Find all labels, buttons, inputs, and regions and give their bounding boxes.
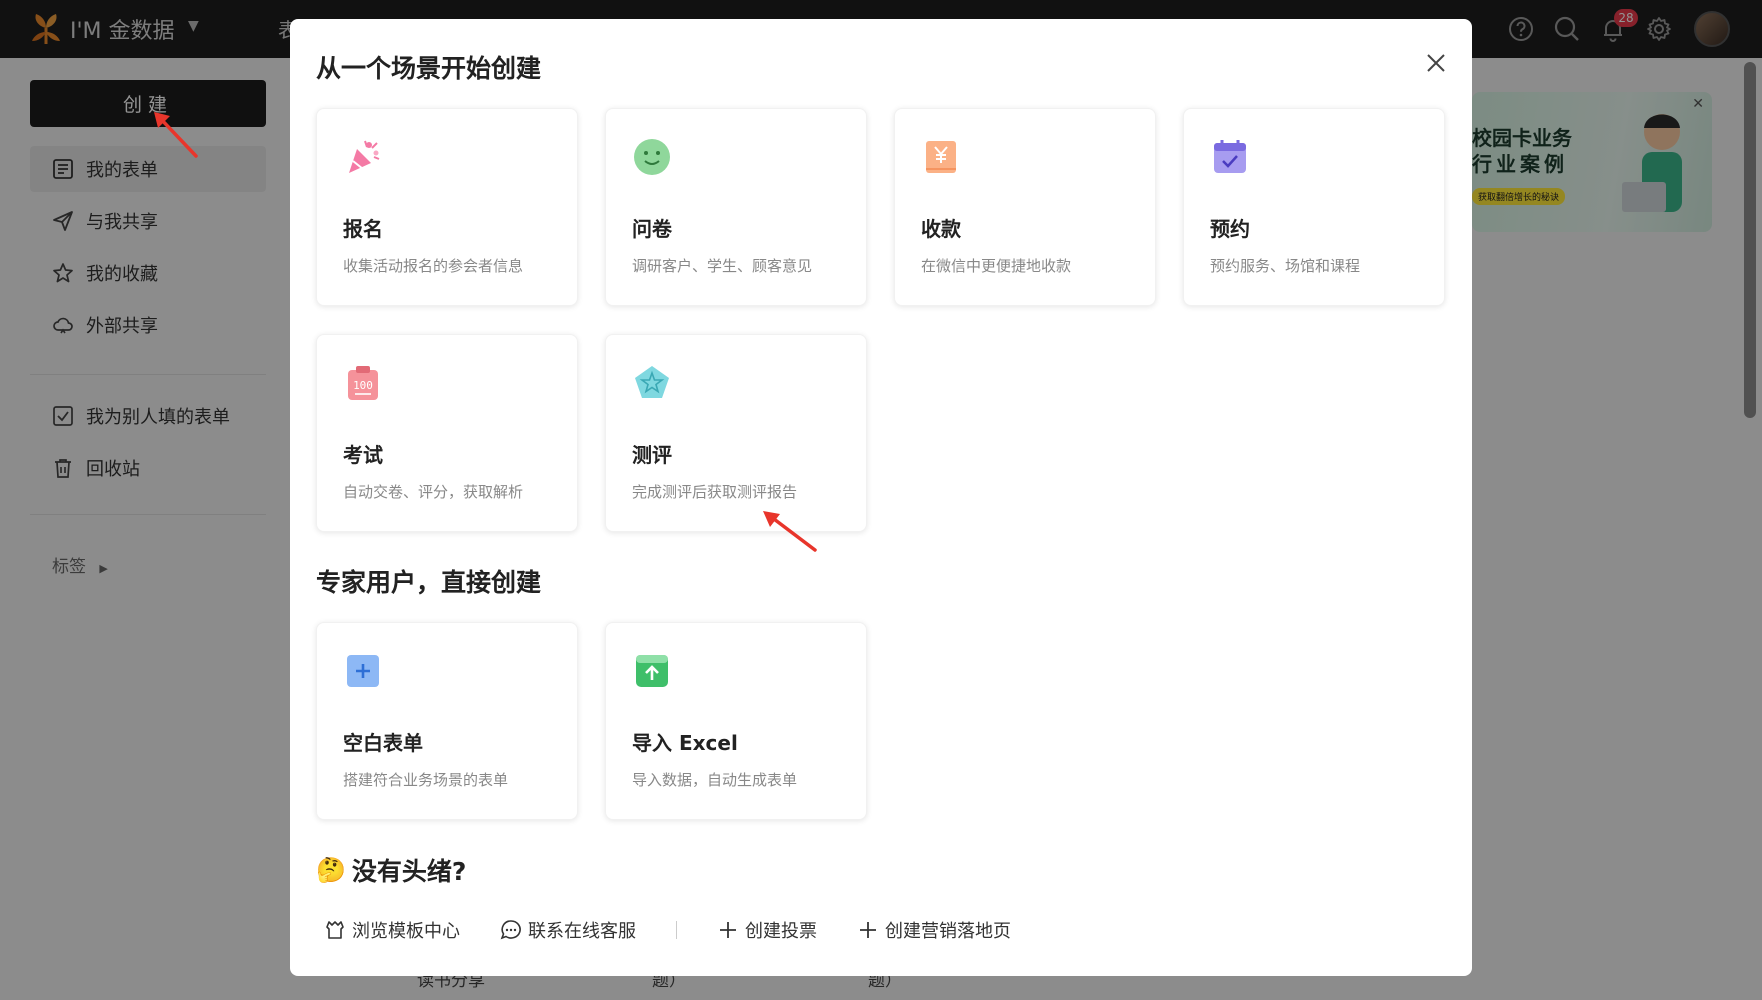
- link-label: 创建投票: [745, 921, 817, 942]
- card-title: 导入 Excel: [632, 731, 738, 755]
- chat-bubble-icon: [500, 920, 521, 940]
- contact-support-link[interactable]: 联系在线客服: [500, 917, 636, 943]
- card-description: 预约服务、场馆和课程: [1210, 257, 1361, 275]
- template-icon: [326, 921, 344, 939]
- card-description: 收集活动报名的参会者信息: [343, 257, 524, 275]
- card-title: 问卷: [632, 217, 672, 241]
- card-title: 考试: [343, 443, 383, 467]
- scene-card-assessment[interactable]: 测评 完成测评后获取测评报告: [605, 334, 867, 532]
- plus-icon: [860, 922, 876, 938]
- card-description: 导入数据，自动生成表单: [632, 771, 798, 789]
- card-title: 预约: [1210, 217, 1250, 241]
- thinking-face-icon: 🤔: [316, 856, 346, 884]
- create-landing-page-link[interactable]: 创建营销落地页: [857, 917, 1011, 943]
- links-separator: [676, 921, 677, 939]
- yuan-receipt-icon: [926, 141, 956, 173]
- annotation-arrow-icon: [763, 511, 817, 552]
- card-title: 收款: [921, 217, 961, 241]
- pentagon-star-icon: [635, 366, 669, 398]
- no-idea-section-title: 🤔 没有头绪?: [316, 852, 466, 888]
- link-label: 浏览模板中心: [352, 921, 460, 942]
- card-description: 自动交卷、评分，获取解析: [343, 483, 524, 501]
- scene-card-registration[interactable]: 报名 收集活动报名的参会者信息: [316, 108, 578, 306]
- expert-card-blank-form[interactable]: 空白表单 搭建符合业务场景的表单: [316, 622, 578, 820]
- party-popper-icon: [349, 140, 380, 173]
- expert-card-import-excel[interactable]: 导入 Excel 导入数据，自动生成表单: [605, 622, 867, 820]
- expert-section-title: 专家用户，直接创建: [316, 568, 542, 597]
- browse-templates-link[interactable]: 浏览模板中心: [324, 917, 460, 943]
- card-description: 在微信中更便捷地收款: [921, 257, 1072, 275]
- excel-upload-icon: [636, 655, 668, 687]
- scene-card-survey[interactable]: 问卷 调研客户、学生、顾客意见: [605, 108, 867, 306]
- plus-icon: [720, 922, 736, 938]
- calendar-check-icon: [1214, 140, 1246, 173]
- card-title: 报名: [343, 217, 383, 241]
- help-links: 浏览模板中心 联系在线客服 创建投票 创建营销落地页: [324, 917, 1051, 943]
- create-vote-link[interactable]: 创建投票: [717, 917, 817, 943]
- link-label: 创建营销落地页: [885, 921, 1011, 942]
- close-icon[interactable]: [1422, 49, 1450, 77]
- dialog-title: 从一个场景开始创建: [316, 54, 542, 83]
- card-description: 搭建符合业务场景的表单: [343, 771, 509, 789]
- card-description: 完成测评后获取测评报告: [632, 483, 798, 501]
- annotation-arrow-icon: [154, 112, 198, 158]
- card-description: 调研客户、学生、顾客意见: [632, 257, 813, 275]
- create-dialog: 从一个场景开始创建 报名 收集活动报名的参会者信息 问卷 调研客户、学生、顾客意…: [290, 19, 1472, 976]
- scene-card-exam[interactable]: 100 考试 自动交卷、评分，获取解析: [316, 334, 578, 532]
- blank-form-plus-icon: [347, 655, 379, 687]
- scene-card-appointment[interactable]: 预约 预约服务、场馆和课程: [1183, 108, 1445, 306]
- link-label: 联系在线客服: [528, 921, 636, 942]
- svg-text:100: 100: [353, 379, 373, 392]
- card-title: 测评: [632, 443, 672, 467]
- scene-card-payment[interactable]: 收款 在微信中更便捷地收款: [894, 108, 1156, 306]
- exam-clipboard-icon: 100: [348, 366, 378, 400]
- card-title: 空白表单: [343, 731, 423, 755]
- smiley-icon: [634, 139, 670, 175]
- no-idea-title: 没有头绪?: [351, 857, 467, 886]
